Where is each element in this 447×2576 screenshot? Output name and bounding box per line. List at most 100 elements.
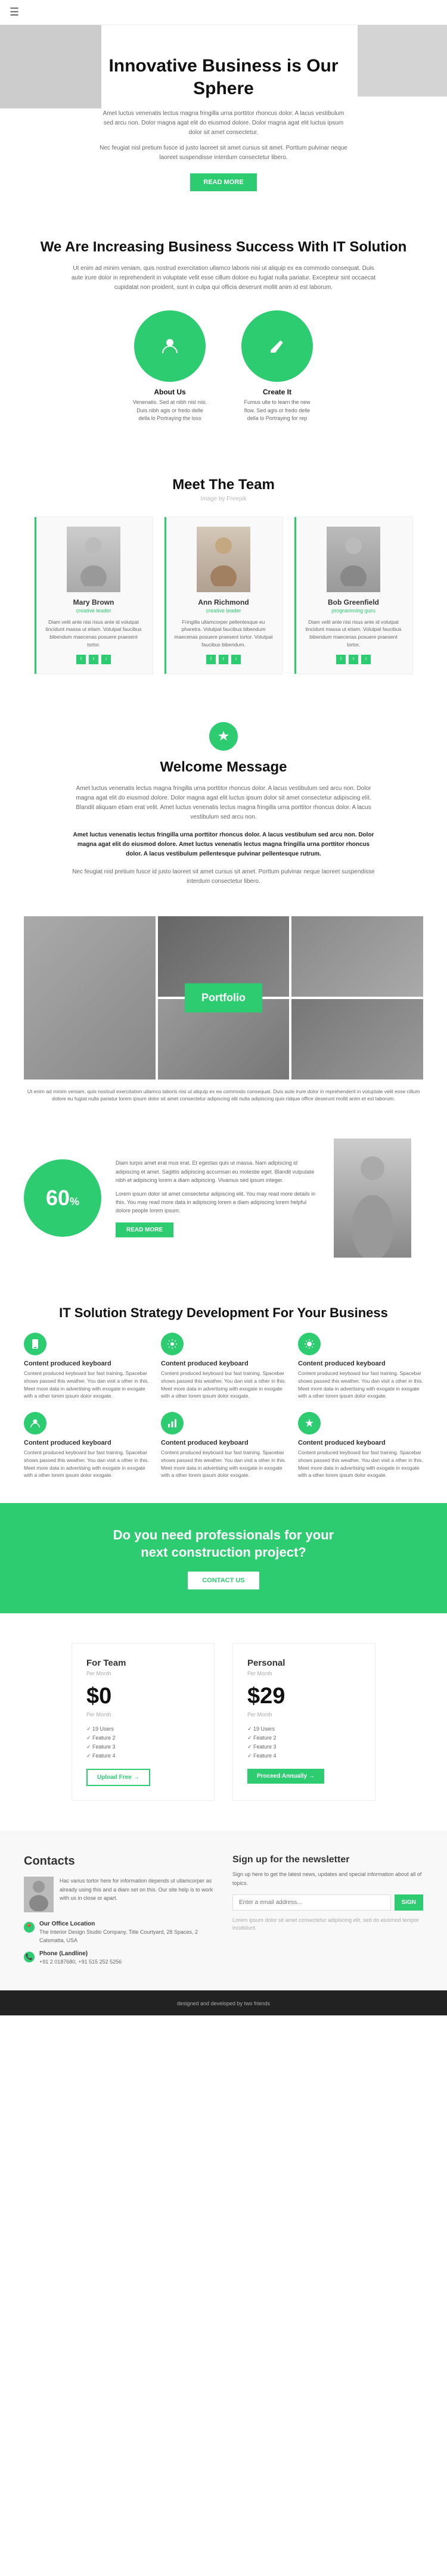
social-facebook-bob[interactable]: f [336,655,346,664]
navigation: ☰ [0,0,447,25]
portfolio-cell-5 [291,999,423,1079]
pricing-section: For Team Per Month $0 Per Month ✓ 19 Use… [0,1613,447,1831]
strategy-item-4-title: Content produced keyboard [24,1439,149,1446]
strategy-item-5: Content produced keyboard Content produc… [161,1412,286,1479]
strategy-item-1-desc: Content produced keyboard bur fast train… [24,1370,149,1400]
strategy-item-2-desc: Content produced keyboard bur fast train… [161,1370,286,1400]
strategy-title: IT Solution Strategy Development For You… [24,1305,423,1321]
pencil-icon [268,337,286,355]
team-photo-mary [67,527,120,592]
pricing-team-name: For Team [86,1658,200,1668]
hero-section: Innovative Business is Our Sphere Amet l… [0,25,447,209]
contact-person-desc: Hac varius tortor here for information d… [60,1877,215,1912]
social-facebook-mary[interactable]: f [76,655,86,664]
percent-person-image [334,1138,423,1258]
office-label: Our Office Location [39,1921,215,1927]
circle-about-desc: Venenatis. Sed at nibh nisl nisi. Duis n… [131,399,209,423]
strategy-section: IT Solution Strategy Development For You… [0,1281,447,1503]
pricing-team-period: Per Month [86,1712,200,1718]
strategy-item-1-title: Content produced keyboard [24,1360,149,1367]
star-strategy-icon [304,1418,315,1429]
location-icon: 📍 [24,1922,35,1933]
social-twitter-bob[interactable]: t [349,655,358,664]
strategy-item-4: Content produced keyboard Content produc… [24,1412,149,1479]
it-solution-title: We Are Increasing Business Success With … [36,239,411,256]
strategy-item-3-title: Content produced keyboard [298,1360,423,1367]
team-photo-ann [197,527,250,592]
contact-avatar [24,1877,54,1912]
percent-text1: Diam turpis amet erat mus erat. Et egest… [116,1159,319,1184]
it-solution-section: We Are Increasing Business Success With … [0,209,447,453]
team-name-mary: Mary Brown [44,598,143,606]
welcome-highlight: Amet luctus venenatis lectus fringilla u… [69,830,378,859]
newsletter-section: Sign up for the newsletter Sign up here … [232,1855,423,1967]
phone-strategy-icon [30,1339,41,1349]
team-role-mary: creative leader [44,608,143,614]
pricing-team-price: $0 [86,1684,200,1709]
pricing-team-label: Per Month [86,1670,200,1676]
pricing-card-personal: Personal Per Month $29 Per Month ✓ 19 Us… [232,1643,375,1801]
strategy-item-6-title: Content produced keyboard [298,1439,423,1446]
portfolio-cell-3 [291,916,423,997]
social-twitter-mary[interactable]: t [89,655,98,664]
social-instagram-bob[interactable]: i [361,655,371,664]
welcome-para1: Amet luctus venenatis lectus magna fring… [69,784,378,822]
strategy-item-5-title: Content produced keyboard [161,1439,286,1446]
team-desc-bob: Diam velit ante nisi risus ante id volut… [304,618,403,649]
social-facebook-ann[interactable]: f [206,655,216,664]
team-card-mary: Mary Brown creative leader Diam velit an… [34,517,153,674]
portfolio-caption: Ut enim ad minim veniam, quis nostrud ex… [24,1088,423,1103]
pricing-personal-price: $29 [247,1684,361,1709]
phone-label: Phone (Landline) [39,1950,122,1957]
percent-number: 60 [46,1186,70,1211]
strategy-item-3: Content produced keyboard Content produc… [298,1333,423,1400]
circle-about-us[interactable]: About Us Venenatis. Sed at nibh nisl nis… [131,310,209,423]
pricing-personal-name: Personal [247,1658,361,1668]
strategy-item-5-desc: Content produced keyboard bur fast train… [161,1449,286,1479]
team-subtitle: Image by Freepik [24,496,423,502]
hamburger-icon[interactable]: ☰ [10,6,19,18]
circle-create-it[interactable]: Create It Fumus ulte to learn the new fl… [238,310,316,423]
team-section: Meet The Team Image by Freepik Mary Brow… [0,453,447,698]
pricing-personal-period: Per Month [247,1712,361,1718]
team-role-bob: programming guru [304,608,403,614]
pricing-personal-cta-button[interactable]: Proceed Annually → [247,1769,324,1784]
footer: designed and developed by two friends [0,1990,447,2015]
hero-cta-button[interactable]: READ MORE [190,173,256,191]
welcome-title: Welcome Message [48,759,399,776]
person-strategy-icon [30,1418,41,1429]
social-instagram-ann[interactable]: i [231,655,241,664]
welcome-icon [209,722,238,751]
social-instagram-mary[interactable]: i [101,655,111,664]
newsletter-title: Sign up for the newsletter [232,1855,423,1865]
hero-body2: Nec feugiat nisl pretium fusce id justo … [98,144,349,163]
percent-text2: Lorem ipsum dolor sit amet consectetur a… [116,1190,319,1215]
person-icon [160,337,179,356]
hero-title: Innovative Business is Our Sphere [98,55,349,99]
newsletter-desc: Sign up here to get the latest news, upd… [232,1870,423,1887]
pricing-team-cta-button[interactable]: Upload Free → [86,1769,150,1786]
contacts-section: Contacts Hac varius tortor here for info… [0,1831,447,1990]
newsletter-sub-desc: Lorem ipsum dolor sit amet consectetur a… [232,1917,423,1933]
cta-contact-button[interactable]: CONTACT US [188,1572,259,1589]
newsletter-email-input[interactable] [232,1894,391,1911]
portfolio-overlay: Portfolio [185,983,262,1012]
it-solution-sub: Ut enim ad minim veniam, quis nostrud ex… [69,264,378,293]
newsletter-sign-button[interactable]: SIGN [395,1894,423,1911]
welcome-section: Welcome Message Amet luctus venenatis le… [0,698,447,910]
percent-cta-button[interactable]: READ MORE [116,1222,173,1237]
contacts-title: Contacts [24,1855,215,1868]
footer-text: designed and developed by two friends [177,2001,270,2006]
circle-about-label: About Us [154,388,185,396]
social-twitter-ann[interactable]: t [219,655,228,664]
strategy-item-4-desc: Content produced keyboard bur fast train… [24,1449,149,1479]
strategy-item-2: Content produced keyboard Content produc… [161,1333,286,1400]
portfolio-section: Portfolio Ut enim ad minim veniam, quis … [0,910,447,1115]
phone-icon: 📞 [24,1952,35,1962]
percent-section: 60 % Diam turpis amet erat mus erat. Et … [0,1115,447,1281]
portfolio-title: Portfolio [201,991,246,1004]
percent-circle: 60 % [24,1159,101,1237]
gear-strategy-icon [167,1339,178,1349]
percent-symbol: % [70,1196,79,1208]
team-desc-mary: Diam velit ante nisi risus ante id volut… [44,618,143,649]
